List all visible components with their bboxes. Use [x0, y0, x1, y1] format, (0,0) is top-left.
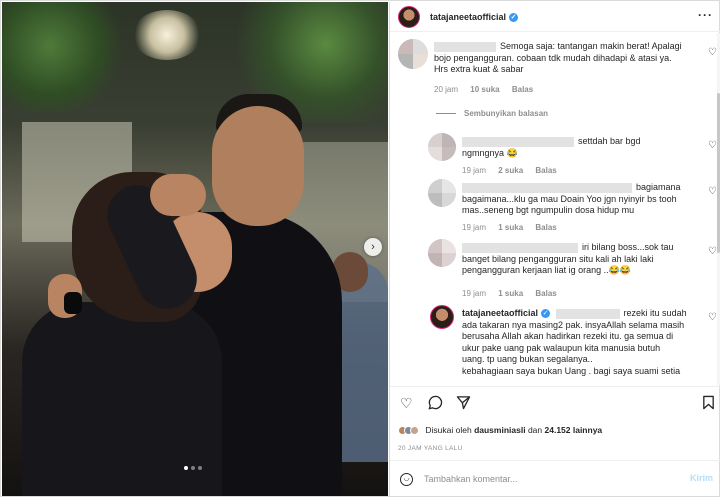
liked-by-connector: dan [527, 425, 543, 435]
comment-meta: 20 jam 10 suka Balas [434, 85, 543, 94]
post-photo[interactable]: › [2, 2, 388, 496]
post-actions: ♡ Disukai oleh dausminiasli dan 24.152 l… [390, 386, 720, 496]
comment-input[interactable] [424, 471, 674, 487]
photo-hand [150, 174, 206, 216]
reply-meta: 19 jam 1 suka Balas [462, 223, 567, 232]
reply-line: ngmngnya 😂 [462, 147, 518, 158]
author-reply-line: ukur pake uang pak walaupun kita manusia… [462, 342, 661, 353]
liked-by: Disukai oleh dausminiasli dan 24.152 lai… [398, 425, 603, 436]
reply-text: iri bilang boss...sok tau banget bilang … [462, 242, 702, 277]
commenter-avatar-blurred[interactable] [398, 39, 428, 69]
bookmark-icon[interactable] [702, 395, 715, 413]
carousel-dot-active [184, 466, 188, 470]
reply-likes[interactable]: 1 suka [498, 223, 523, 232]
carousel-dot [191, 466, 195, 470]
carousel-dot [198, 466, 202, 470]
comment-line: Semoga saja: tantangan makin berat! Apal… [500, 41, 682, 51]
reply-username-blurred[interactable] [462, 182, 632, 193]
comment-bubble-icon[interactable] [428, 395, 443, 413]
reply-likes[interactable]: 2 suka [498, 166, 523, 175]
comment-reply-button[interactable]: Balas [512, 85, 533, 94]
reply-reply-button[interactable]: Balas [535, 223, 556, 232]
reply-line: mas..seneng bgt ngumpulin dosa hidup mu [462, 205, 635, 215]
author-username-text[interactable]: tatajaneetaofficial [430, 12, 506, 22]
instagram-post-modal: › tatajaneetaofficial ✓ ··· Semoga saja: … [0, 0, 720, 497]
hide-replies-label[interactable]: Sembunyikan balasan [464, 109, 548, 118]
reply-username-blurred[interactable] [462, 136, 574, 147]
reply-like-heart-icon[interactable]: ♡ [708, 312, 717, 323]
comment-line: Hrs extra kuat & sabar [434, 64, 524, 74]
reply-text: settdah bar bgd ngmngnya 😂 [462, 136, 702, 159]
comment-time[interactable]: 20 jam [434, 85, 458, 94]
ellipsis-icon[interactable]: ··· [698, 8, 713, 22]
author-reply-line: ada takaran nya masing2 pak. insyaAllah … [462, 319, 685, 330]
comment-text: Semoga saja: tantangan makin berat! Apal… [434, 41, 704, 76]
author-avatar[interactable] [398, 6, 420, 28]
post-comment-button[interactable]: Kirim [690, 473, 713, 483]
reply-avatar-blurred[interactable] [428, 133, 456, 161]
liked-by-user[interactable]: dausminiasli [474, 425, 526, 435]
like-heart-icon[interactable]: ♡ [400, 395, 413, 411]
comment-likes[interactable]: 10 suka [470, 85, 499, 94]
reply-line: settdah bar bgd [578, 136, 641, 146]
reply-time[interactable]: 19 jam [462, 289, 486, 298]
liker-avatar [410, 426, 419, 436]
carousel-dots [184, 466, 202, 470]
reply-time[interactable]: 19 jam [462, 166, 486, 175]
carousel-next-icon[interactable]: › [364, 238, 382, 256]
author-reply-avatar[interactable] [430, 305, 454, 329]
reply-username-blurred[interactable] [462, 242, 578, 253]
commenter-username-blurred[interactable] [434, 41, 496, 52]
author-username[interactable]: tatajaneetaofficial ✓ [430, 12, 519, 23]
reply-line: bagaimana...klu ga mau Doain Yoo jgn nyi… [462, 193, 677, 204]
reply-meta: 19 jam 1 suka Balas [462, 289, 567, 298]
post-timestamp[interactable]: 20 JAM YANG LALU [398, 445, 463, 452]
photo-man-head [212, 106, 304, 226]
author-reply-line: uang. tp uang bukan segalanya.. [462, 354, 593, 364]
comment-like-heart-icon[interactable]: ♡ [708, 47, 717, 58]
reply-avatar-blurred[interactable] [428, 239, 456, 267]
reply-time[interactable]: 19 jam [462, 223, 486, 232]
post-side-panel: tatajaneetaofficial ✓ ··· Semoga saja: ta… [389, 2, 720, 496]
photo-chandelier [132, 10, 202, 60]
reply-line: bagiamana [636, 182, 681, 192]
reply-reply-button[interactable]: Balas [535, 166, 556, 175]
liked-by-prefix: Disukai oleh [425, 425, 472, 435]
author-reply-text: tatajaneetaofficial ✓ rezeki itu sudah ad… [462, 308, 707, 377]
share-paper-plane-icon[interactable] [456, 395, 471, 413]
comment-line: bojo pengangguran. cobaan tdk mudah diha… [434, 52, 672, 63]
author-reply-line: kebahagiaan saya bukan Uang . bagi saya … [462, 365, 681, 376]
comments-list: Semoga saja: tantangan makin berat! Apal… [390, 33, 720, 385]
verified-badge-icon: ✓ [541, 309, 551, 319]
reply-line: banget bilang pengangguran situ kali ah … [462, 253, 654, 264]
liked-by-count[interactable]: 24.152 lainnya [545, 425, 603, 435]
photo-watch [64, 292, 82, 314]
add-comment-bar: ◡ Kirim [390, 460, 720, 497]
reply-line: pengangguran kerjaan liat ig orang ..😂😂 [462, 265, 632, 275]
author-reply-line: berusaha Allah akan hadirkan rezeki itu.… [462, 331, 674, 341]
reply-avatar-blurred[interactable] [428, 179, 456, 207]
post-header: tatajaneetaofficial ✓ ··· [390, 2, 720, 32]
reply-like-heart-icon[interactable]: ♡ [708, 246, 717, 257]
verified-badge-icon: ✓ [509, 13, 519, 23]
reply-line: iri bilang boss...sok tau [582, 242, 674, 252]
reply-reply-button[interactable]: Balas [535, 289, 556, 298]
reply-likes[interactable]: 1 suka [498, 289, 523, 298]
author-reply-username[interactable]: tatajaneetaofficial [462, 308, 538, 318]
author-reply-line: rezeki itu sudah [623, 308, 687, 318]
photo-plant-left [2, 2, 122, 112]
reply-like-heart-icon[interactable]: ♡ [708, 140, 717, 151]
reply-meta: 19 jam 2 suka Balas [462, 166, 567, 175]
mentioned-username-blurred[interactable] [555, 308, 620, 319]
reply-text: bagiamana bagaimana...klu ga mau Doain Y… [462, 182, 702, 217]
hide-replies-button[interactable]: Sembunyikan balasan [436, 109, 548, 118]
reply-like-heart-icon[interactable]: ♡ [708, 186, 717, 197]
emoji-icon[interactable]: ◡ [400, 473, 413, 486]
